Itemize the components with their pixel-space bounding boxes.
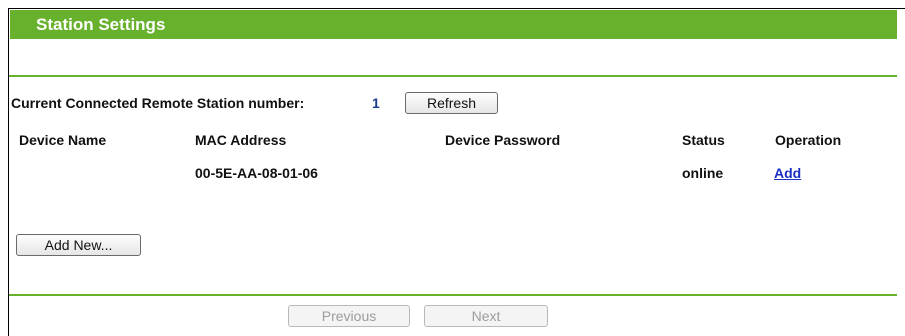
add-link[interactable]: Add: [774, 165, 801, 181]
header-status: Status: [682, 132, 725, 148]
page-title: Station Settings: [36, 15, 166, 34]
settings-panel: Station Settings Current Connected Remot…: [8, 8, 905, 336]
station-count-label: Current Connected Remote Station number:: [11, 95, 305, 111]
next-button[interactable]: Next: [424, 305, 548, 327]
divider-top: [9, 75, 897, 77]
station-count-value: 1: [372, 95, 380, 111]
previous-button[interactable]: Previous: [288, 305, 410, 327]
add-new-button[interactable]: Add New...: [16, 234, 141, 256]
refresh-button[interactable]: Refresh: [405, 92, 498, 114]
row-mac-address: 00-5E-AA-08-01-06: [195, 165, 318, 181]
header-device-name: Device Name: [19, 132, 107, 148]
row-status: online: [682, 165, 724, 181]
header-operation: Operation: [775, 132, 842, 148]
title-bar: Station Settings: [10, 10, 897, 39]
divider-bottom: [9, 294, 897, 296]
header-device-password: Device Password: [445, 132, 561, 148]
header-mac-address: MAC Address: [195, 132, 287, 148]
